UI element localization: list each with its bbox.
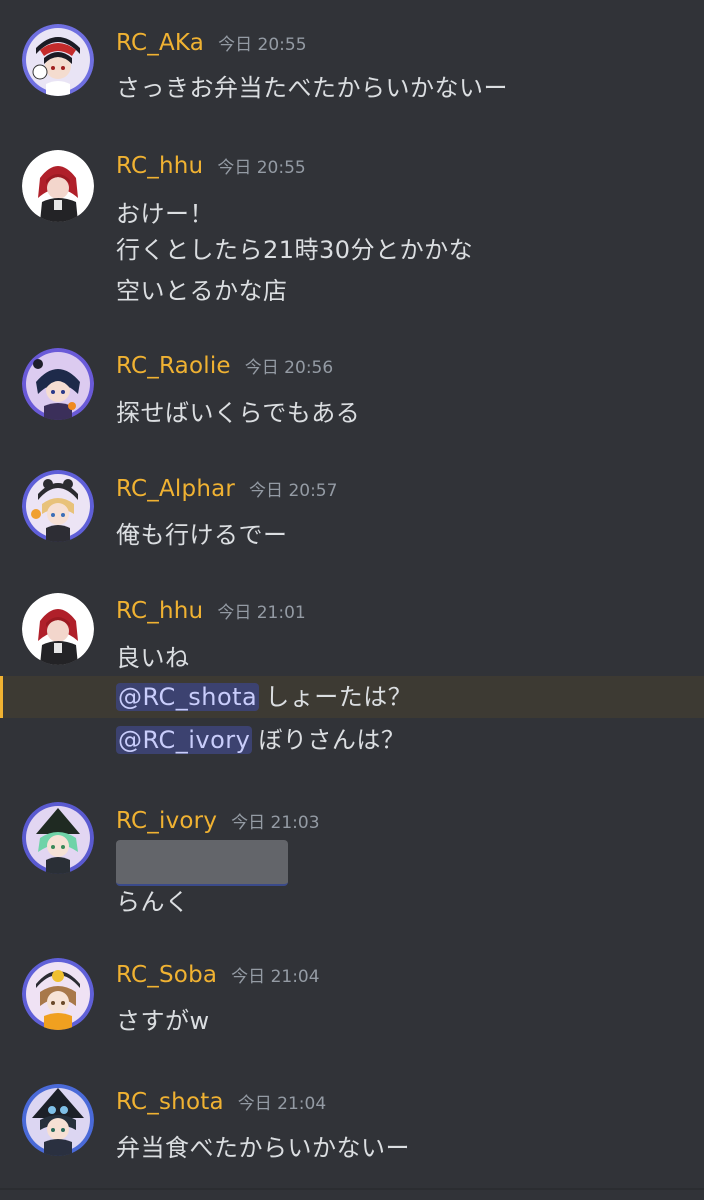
- username[interactable]: RC_hhu: [116, 153, 203, 179]
- divider: [0, 1188, 704, 1190]
- avatar[interactable]: [22, 958, 94, 1030]
- message-text-with-mention: @RC_ivory ぼりさんは？: [116, 722, 405, 758]
- avatar-icon: [22, 24, 94, 96]
- message-text: おけー！: [116, 200, 214, 228]
- message-text: 良いね: [116, 644, 190, 672]
- username[interactable]: RC_Alphar: [116, 476, 235, 502]
- timestamp: 今日 20:57: [249, 481, 338, 501]
- username[interactable]: RC_hhu: [116, 598, 203, 624]
- timestamp: 今日 20:55: [217, 158, 306, 178]
- mention-highlight-bar: [0, 676, 3, 718]
- timestamp: 今日 21:04: [231, 967, 320, 987]
- avatar[interactable]: [22, 348, 94, 420]
- avatar-icon: [22, 593, 94, 665]
- message-text: 弁当食べたからいかないー: [116, 1134, 410, 1162]
- username[interactable]: RC_shota: [116, 1089, 224, 1115]
- timestamp: 今日 20:56: [244, 358, 334, 378]
- user-mention[interactable]: @RC_shota: [116, 683, 260, 711]
- message-text: 俺も行けるでー: [116, 521, 288, 549]
- avatar-icon: [22, 470, 94, 542]
- avatar[interactable]: [22, 24, 94, 96]
- message-text: 探せばいくらでもある: [116, 399, 361, 427]
- user-mention[interactable]: @RC_ivory: [116, 726, 253, 754]
- avatar-icon: [22, 1084, 94, 1156]
- redacted-attachment[interactable]: [116, 840, 288, 886]
- mention-message-text: しょーたは？: [265, 683, 413, 711]
- avatar[interactable]: [22, 470, 94, 542]
- avatar-icon: [22, 802, 94, 874]
- message-text: らんく: [116, 888, 190, 916]
- message-text: さすがw: [116, 1007, 210, 1035]
- message-text-with-mention: @RC_shota しょーたは？: [116, 679, 412, 715]
- timestamp: 今日 21:04: [237, 1094, 327, 1114]
- username[interactable]: RC_Raolie: [116, 353, 231, 379]
- avatar-icon: [22, 348, 94, 420]
- username[interactable]: RC_Soba: [116, 962, 217, 988]
- timestamp: 今日 21:01: [217, 603, 306, 623]
- timestamp: 今日 21:03: [231, 813, 320, 833]
- avatar[interactable]: [22, 150, 94, 222]
- message-text: 空いとるかな店: [116, 277, 288, 305]
- timestamp: 今日 20:55: [218, 35, 307, 55]
- avatar-icon: [22, 150, 94, 222]
- message-text: さっきお弁当たべたからいかないー: [116, 74, 508, 102]
- avatar[interactable]: [22, 1084, 94, 1156]
- avatar[interactable]: [22, 593, 94, 665]
- mention-message-text: ぼりさんは？: [258, 726, 406, 754]
- username[interactable]: RC_AKa: [116, 30, 204, 56]
- avatar[interactable]: [22, 802, 94, 874]
- avatar-icon: [22, 958, 94, 1030]
- chat-message-list[interactable]: RC_AKa 今日 20:55 さっきお弁当たべたからいかないー RC_hhu …: [0, 0, 704, 1200]
- username[interactable]: RC_ivory: [116, 808, 217, 834]
- message-text: 行くとしたら21時30分とかかな: [116, 236, 474, 264]
